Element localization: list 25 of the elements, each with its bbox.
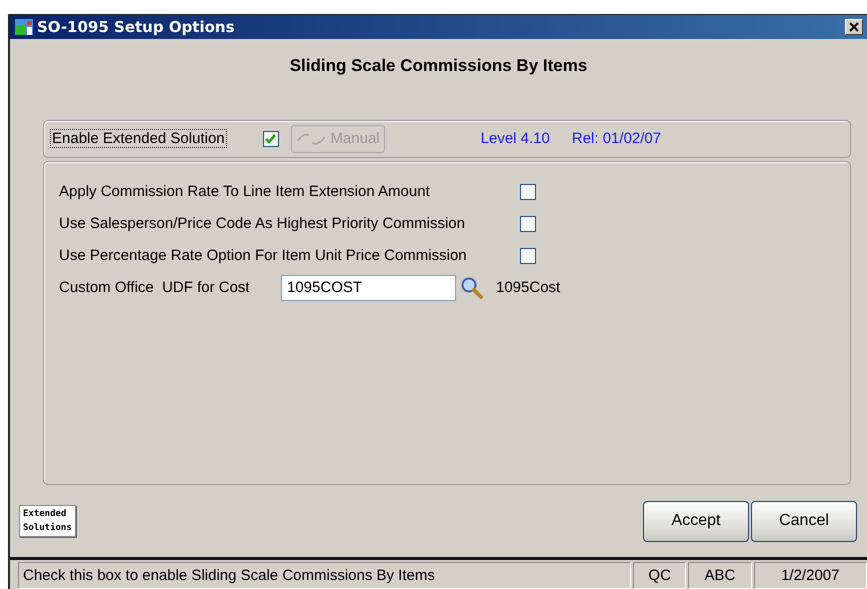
udf-field[interactable]: 1095COST (281, 274, 456, 301)
close-button[interactable] (845, 18, 863, 35)
window-title: SO-1095 Setup Options (37, 18, 236, 36)
option-label: Use Percentage Rate Option For Item Unit Price Commission (59, 247, 468, 264)
status-panel: 1/2/2007 (754, 562, 867, 589)
enable-checkbox[interactable] (262, 130, 279, 147)
enable-label: Enable Extended Solution (50, 129, 227, 148)
app-icon (14, 16, 34, 37)
status-panel: QC (632, 562, 686, 589)
cancel-button[interactable]: Cancel (751, 500, 857, 542)
option-label: Apply Commission Rate To Line Item Extension Amount (59, 183, 431, 200)
option-checkbox[interactable] (520, 248, 536, 264)
release-text: Rel: 01/02/07 (572, 130, 662, 148)
logo: Extended Solutions (19, 505, 76, 538)
option-checkbox[interactable] (520, 184, 536, 200)
option-checkbox[interactable] (520, 216, 536, 232)
status-panel: ABC (688, 562, 752, 589)
accept-button[interactable]: Accept (643, 500, 749, 542)
dialog-heading: Sliding Scale Commissions By Items (290, 56, 588, 76)
level-text: Level 4.10 (480, 130, 550, 148)
option-label: Use Salesperson/Price Code As Highest Priority Commission (59, 215, 466, 232)
status-message: Check this box to enable Sliding Scale Commissions By Items (18, 562, 631, 589)
udf-description: 1095Cost (496, 279, 560, 296)
udf-label: Custom Office UDF for Cost (59, 279, 251, 296)
search-icon[interactable] (460, 276, 484, 300)
